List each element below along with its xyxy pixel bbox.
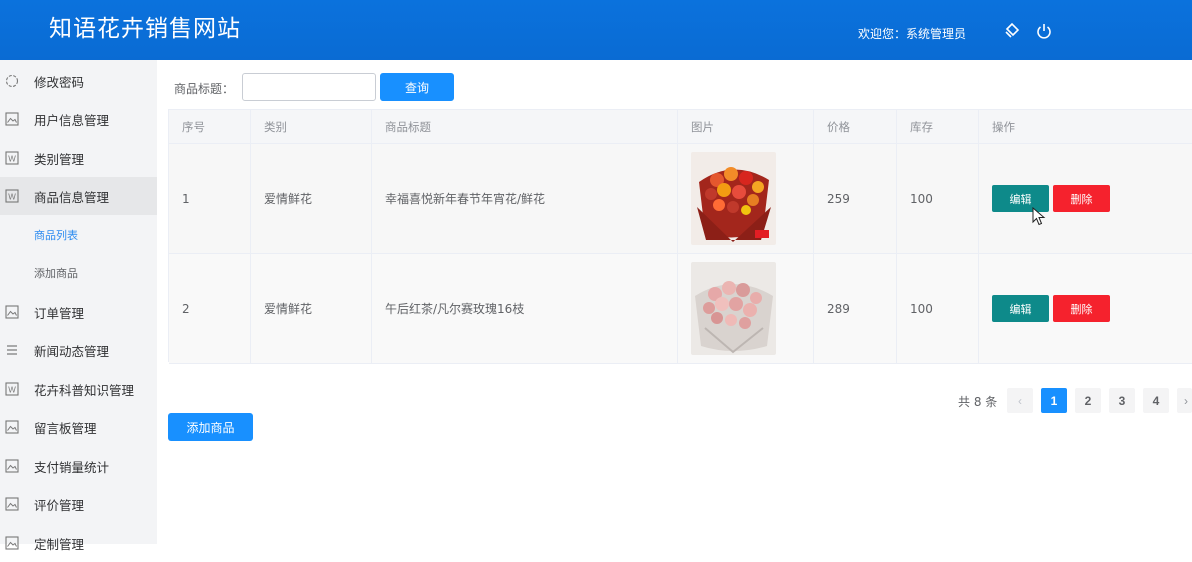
sidebar-item-label: 商品信息管理 [34, 189, 110, 205]
sidebar-item-user-info[interactable]: 用户信息管理 [0, 100, 157, 138]
column-header-image: 图片 [678, 110, 814, 144]
delete-button[interactable]: 删除 [1053, 185, 1110, 212]
search-label: 商品标题： [174, 82, 235, 96]
cell-actions: 编辑 删除 [979, 144, 1192, 253]
word-icon: W [5, 189, 19, 203]
cell-stock: 100 [897, 144, 979, 253]
cell-actions: 编辑 删除 [979, 254, 1192, 363]
page-button-2[interactable]: 2 [1075, 388, 1101, 413]
sidebar-subitem-label: 商品列表 [34, 229, 78, 242]
table-row: 2 爱情鲜花 午后红茶/凡尔赛玫瑰16枝 289 100 编辑 删除 [169, 254, 1192, 364]
password-icon [5, 74, 19, 88]
product-image-bouquet-red [691, 152, 776, 245]
word-icon: W [5, 382, 19, 396]
image-icon [5, 305, 19, 319]
sidebar-item-label: 评价管理 [34, 497, 85, 513]
sidebar-item-reviews[interactable]: 评价管理 [0, 485, 157, 523]
column-header-price: 价格 [814, 110, 897, 144]
sidebar-item-orders[interactable]: 订单管理 [0, 293, 157, 331]
sidebar: 修改密码 用户信息管理 W 类别管理 W 商品信息管理 商品列表 添加商品 订单… [0, 60, 157, 552]
pagination-total: 共 8 条 [958, 395, 998, 409]
product-table: 序号 类别 商品标题 图片 价格 库存 操作 1 爱情鲜花 幸福喜悦新年春节年宵… [168, 109, 1192, 364]
welcome-text: 欢迎您：系统管理员 [858, 27, 967, 41]
sidebar-item-label: 定制管理 [34, 536, 85, 552]
column-header-title: 商品标题 [372, 110, 678, 144]
cell-category: 爱情鲜花 [251, 144, 372, 253]
sidebar-item-change-password[interactable]: 修改密码 [0, 62, 157, 100]
cell-price: 259 [814, 144, 897, 253]
cell-price: 289 [814, 254, 897, 363]
edit-button[interactable]: 编辑 [992, 295, 1049, 322]
page-button-1[interactable]: 1 [1041, 388, 1067, 413]
cell-image [678, 144, 814, 253]
image-icon [5, 536, 19, 550]
product-image-bouquet-pink [691, 262, 776, 355]
sidebar-item-label: 修改密码 [34, 74, 85, 90]
prev-page-button[interactable]: ‹ [1007, 388, 1033, 413]
mouse-cursor-icon [1032, 207, 1046, 226]
sidebar-item-label: 新闻动态管理 [34, 343, 110, 359]
power-icon[interactable] [1035, 22, 1053, 40]
page-button-3[interactable]: 3 [1109, 388, 1135, 413]
list-icon [7, 345, 17, 355]
sidebar-item-category[interactable]: W 类别管理 [0, 139, 157, 177]
theme-icon[interactable] [1003, 22, 1021, 40]
add-product-button[interactable]: 添加商品 [168, 413, 253, 441]
sidebar-item-product-info[interactable]: W 商品信息管理 [0, 177, 157, 215]
svg-text:W: W [8, 155, 16, 164]
sidebar-item-flower-knowledge[interactable]: W 花卉科普知识管理 [0, 370, 157, 408]
next-page-button[interactable]: › [1177, 388, 1192, 413]
table-header: 序号 类别 商品标题 图片 价格 库存 操作 [169, 110, 1192, 144]
image-icon [5, 497, 19, 511]
page-button-4[interactable]: 4 [1143, 388, 1169, 413]
chevron-left-icon: ‹ [1018, 393, 1022, 408]
sidebar-item-label: 类别管理 [34, 151, 85, 167]
sidebar-item-label: 留言板管理 [34, 420, 97, 436]
cell-index: 2 [169, 254, 251, 363]
cell-title: 午后红茶/凡尔赛玫瑰16枝 [372, 254, 678, 363]
sidebar-item-label: 支付销量统计 [34, 459, 110, 475]
table-row: 1 爱情鲜花 幸福喜悦新年春节年宵花/鲜花 259 100 编辑 删除 [169, 144, 1192, 254]
sidebar-subitem-label: 添加商品 [34, 267, 78, 280]
site-title: 知语花卉销售网站 [49, 16, 241, 42]
sidebar-item-custom[interactable]: 定制管理 [0, 524, 157, 562]
sidebar-item-label: 用户信息管理 [34, 112, 110, 128]
sidebar-subitem-product-list[interactable]: 商品列表 [0, 216, 157, 254]
cell-index: 1 [169, 144, 251, 253]
sidebar-item-message-board[interactable]: 留言板管理 [0, 408, 157, 446]
sidebar-item-news[interactable]: 新闻动态管理 [0, 331, 157, 369]
column-header-actions: 操作 [992, 120, 1015, 134]
top-header: 知语花卉销售网站 欢迎您：系统管理员 [0, 0, 1192, 60]
svg-text:W: W [8, 386, 16, 395]
image-icon [5, 420, 19, 434]
word-icon: W [5, 151, 19, 165]
search-input[interactable] [242, 73, 376, 101]
cell-title: 幸福喜悦新年春节年宵花/鲜花 [372, 144, 678, 253]
column-header-category: 类别 [251, 110, 372, 144]
cell-stock: 100 [897, 254, 979, 363]
sidebar-item-sales-stats[interactable]: 支付销量统计 [0, 447, 157, 485]
sidebar-item-label: 订单管理 [34, 305, 85, 321]
cell-image [678, 254, 814, 363]
image-icon [5, 459, 19, 473]
delete-button[interactable]: 删除 [1053, 295, 1110, 322]
sidebar-item-label: 花卉科普知识管理 [34, 382, 135, 398]
image-icon [5, 112, 19, 126]
svg-text:W: W [8, 193, 16, 202]
chevron-right-icon: › [1184, 393, 1188, 408]
cell-category: 爱情鲜花 [251, 254, 372, 363]
sidebar-subitem-add-product[interactable]: 添加商品 [0, 254, 157, 292]
column-header-index: 序号 [169, 110, 251, 144]
query-button[interactable]: 查询 [380, 73, 454, 101]
column-header-stock: 库存 [897, 110, 979, 144]
